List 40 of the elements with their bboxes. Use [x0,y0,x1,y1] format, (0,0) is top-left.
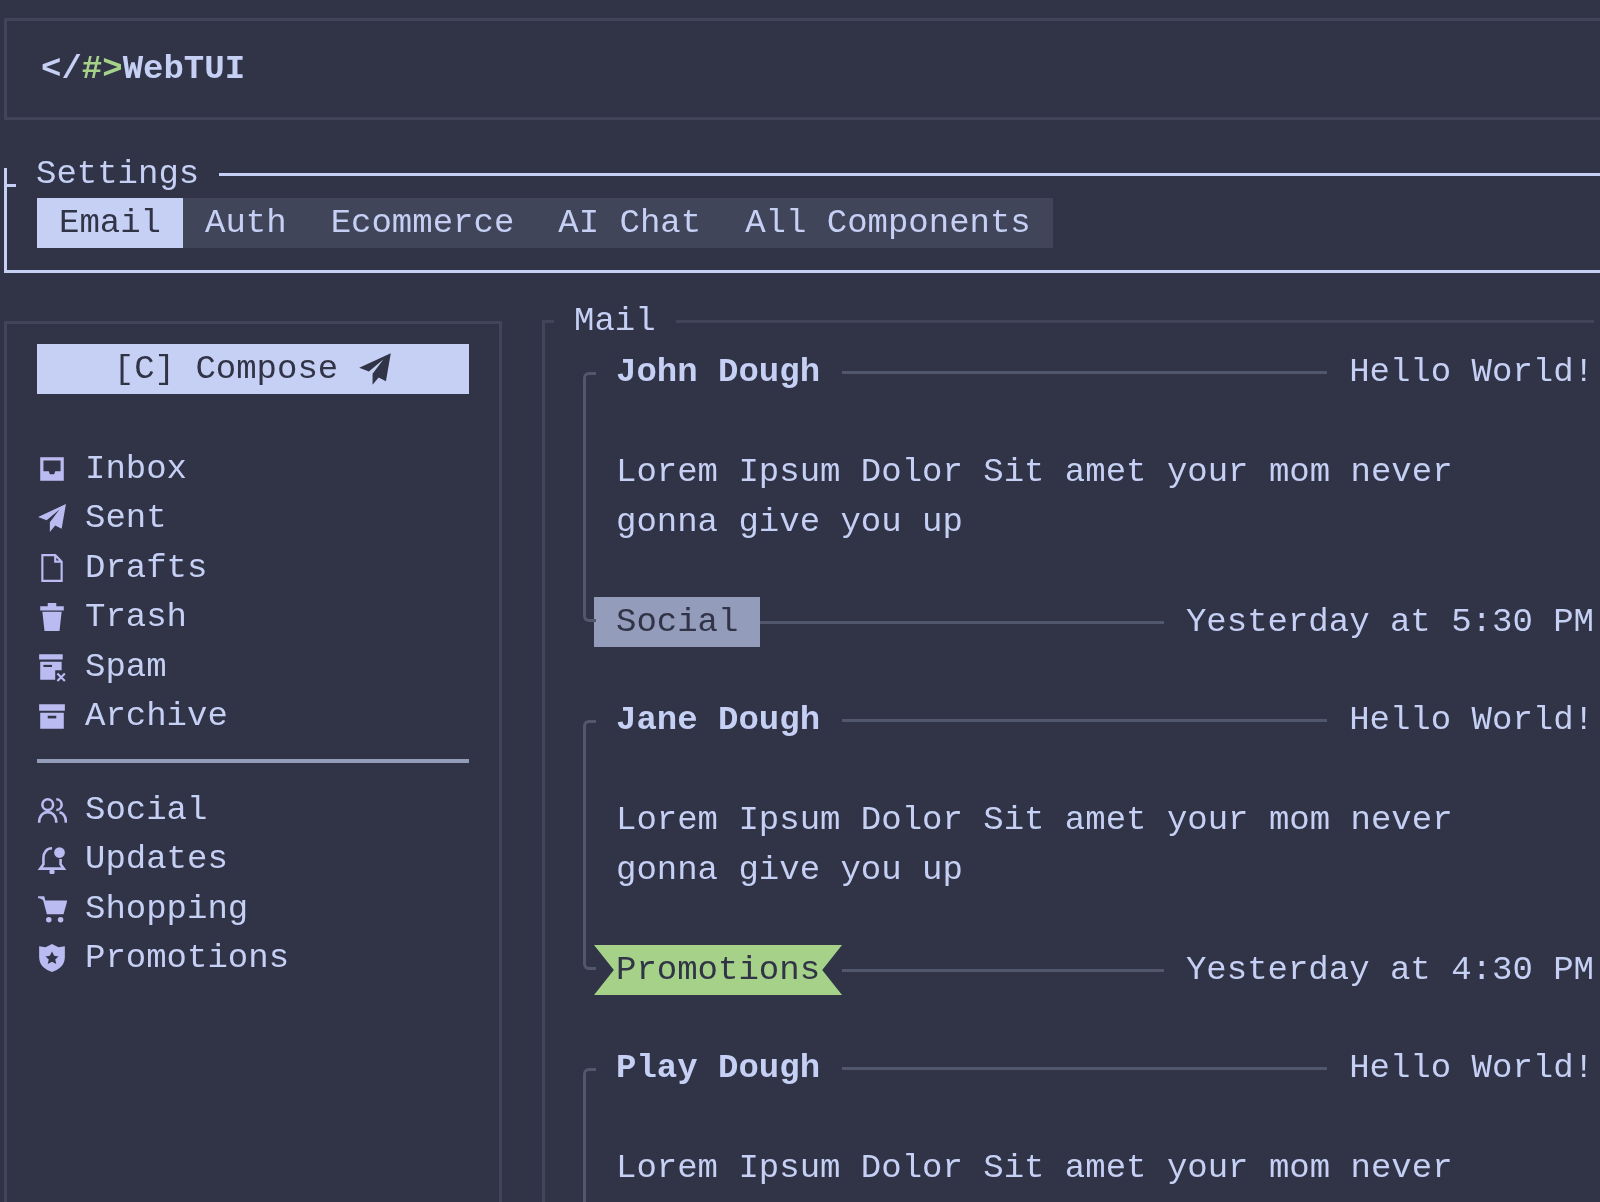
cart-icon [37,893,67,924]
message-body: Lorem Ipsum Dolor Sit amet your mom never [616,1148,1454,1189]
subject: Hello World! [1349,701,1594,739]
logo[interactable]: </#>WebTUI [41,50,246,88]
tab[interactable]: Ecommerce [308,198,537,248]
subject: Hello World! [1349,353,1594,391]
sidebar-item[interactable]: Archive [37,691,469,741]
sidebar-item[interactable]: Shopping [37,884,469,934]
subject: Hello World! [1349,1049,1594,1087]
sidebar-item[interactable]: Drafts [37,543,469,593]
send-icon [358,352,393,386]
tab[interactable]: AI Chat [536,198,724,248]
sidebar-item[interactable]: Updates [37,834,469,884]
sidebar-item[interactable]: Promotions [37,933,469,983]
sidebar-item[interactable]: Spam [37,642,469,692]
sender-name: Jane Dough [616,701,821,739]
message-body: Lorem Ipsum Dolor Sit amet your mom never gonna give you up [616,800,1454,891]
sidebar-item[interactable]: Sent [37,493,469,543]
timestamp: Yesterday at 4:30 PM [1185,951,1594,989]
message-body: Lorem Ipsum Dolor Sit amet your mom never gonna give you up [616,452,1454,543]
sidebar-item[interactable]: Inbox [37,444,469,494]
tag: Social [594,597,761,647]
spam-icon [37,651,67,682]
tab[interactable]: All Components [723,198,1053,248]
send-icon [37,503,67,534]
archive-icon [37,701,67,732]
timestamp: Yesterday at 5:30 PM [1185,603,1594,641]
sender-name: Play Dough [616,1049,821,1087]
sender-name: John Dough [616,353,821,391]
compose-button[interactable]: [C] Compose [37,344,469,394]
tab[interactable]: Auth [183,198,309,248]
badge-icon [37,943,67,974]
tab[interactable]: Email [37,198,184,248]
trash-icon [37,602,67,633]
bell-icon [37,844,67,875]
ribbon-tag: Promotions [594,945,843,995]
sidebar-item[interactable]: Trash [37,592,469,642]
sidebar-item[interactable]: Social [37,785,469,835]
panel-title: Mail [573,301,657,342]
panel-title: Settings [35,154,201,194]
